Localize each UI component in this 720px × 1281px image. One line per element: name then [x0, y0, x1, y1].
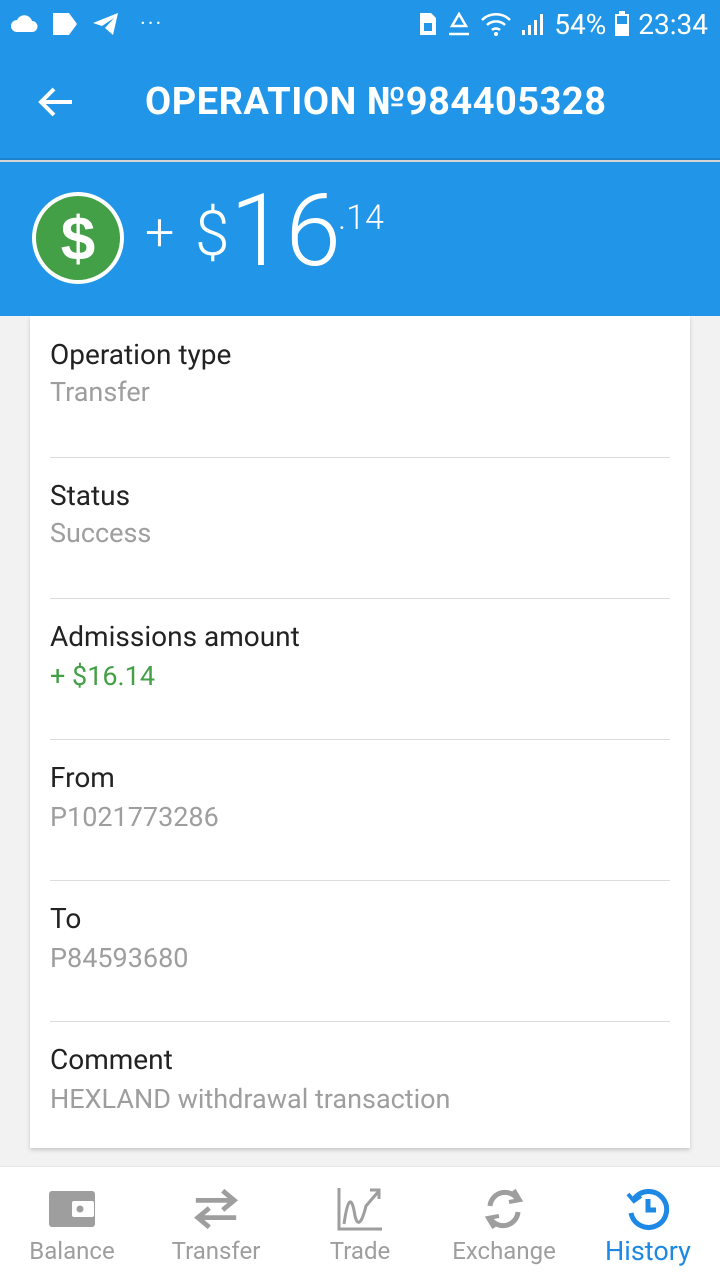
detail-row-to: To P84593680	[50, 880, 670, 1022]
nav-label: Exchange	[452, 1237, 556, 1265]
amount-header: $ + $ 16 .14	[0, 162, 720, 316]
recycle-icon	[446, 12, 472, 36]
detail-row-from: From P1021773286	[50, 739, 670, 881]
signal-icon	[520, 12, 546, 36]
telegram-icon	[92, 12, 120, 36]
swap-arrows-icon	[192, 1185, 240, 1233]
detail-label: Admissions amount	[50, 620, 300, 653]
back-button[interactable]	[32, 72, 80, 136]
chart-icon	[336, 1185, 384, 1233]
wifi-icon	[480, 11, 512, 37]
detail-row-comment: Comment HEXLAND withdrawal transaction	[50, 1021, 670, 1148]
detail-value: Success	[50, 517, 152, 549]
arrow-left-icon	[38, 86, 74, 122]
nav-label: Balance	[29, 1237, 115, 1265]
nav-item-exchange[interactable]: Exchange	[432, 1167, 576, 1281]
nav-item-transfer[interactable]: Transfer	[144, 1167, 288, 1281]
dollar-coin-icon: $	[30, 190, 126, 286]
detail-row-operation-type: Operation type Transfer	[50, 316, 670, 458]
amount-currency: $	[195, 198, 230, 271]
refresh-icon	[480, 1185, 528, 1233]
detail-label: Status	[50, 479, 131, 512]
detail-label: From	[50, 761, 115, 794]
battery-percent: 54%	[554, 7, 607, 41]
detail-value: P1021773286	[50, 801, 219, 833]
svg-text:$: $	[61, 205, 95, 274]
tag-icon	[52, 12, 78, 36]
status-bar: ··· 54% 23:34	[0, 0, 720, 48]
detail-row-admissions-amount: Admissions amount + $16.14	[50, 598, 670, 740]
sim-icon	[418, 11, 438, 37]
nav-label: Transfer	[171, 1237, 261, 1265]
detail-row-status: Status Success	[50, 457, 670, 599]
nav-item-balance[interactable]: Balance	[0, 1167, 144, 1281]
app-bar: OPERATION №984405328	[0, 48, 720, 160]
details-card: Operation type Transfer Status Success A…	[30, 316, 690, 1148]
detail-label: Comment	[50, 1043, 173, 1076]
detail-value: + $16.14	[50, 660, 156, 692]
nav-item-trade[interactable]: Trade	[288, 1167, 432, 1281]
nav-item-history[interactable]: History	[576, 1167, 720, 1281]
detail-value: Transfer	[50, 376, 150, 408]
overflow-indicator: ···	[140, 11, 164, 37]
bottom-nav: Balance Transfer Trade Exchange History	[0, 1166, 720, 1281]
amount-integer: 16	[230, 173, 341, 290]
amount-sign: +	[145, 202, 175, 263]
history-icon	[624, 1185, 672, 1233]
nav-label: Trade	[329, 1237, 391, 1265]
detail-value: HEXLAND withdrawal transaction	[50, 1083, 451, 1115]
detail-label: Operation type	[50, 338, 232, 371]
page-title: OPERATION №984405328	[145, 80, 607, 124]
detail-label: To	[50, 902, 82, 935]
amount-fraction: .14	[338, 198, 384, 238]
cloud-icon	[10, 14, 38, 34]
detail-value: P84593680	[50, 942, 189, 974]
battery-icon	[614, 11, 630, 37]
nav-label: History	[605, 1235, 691, 1267]
wallet-icon	[48, 1185, 96, 1233]
clock: 23:34	[638, 7, 708, 41]
